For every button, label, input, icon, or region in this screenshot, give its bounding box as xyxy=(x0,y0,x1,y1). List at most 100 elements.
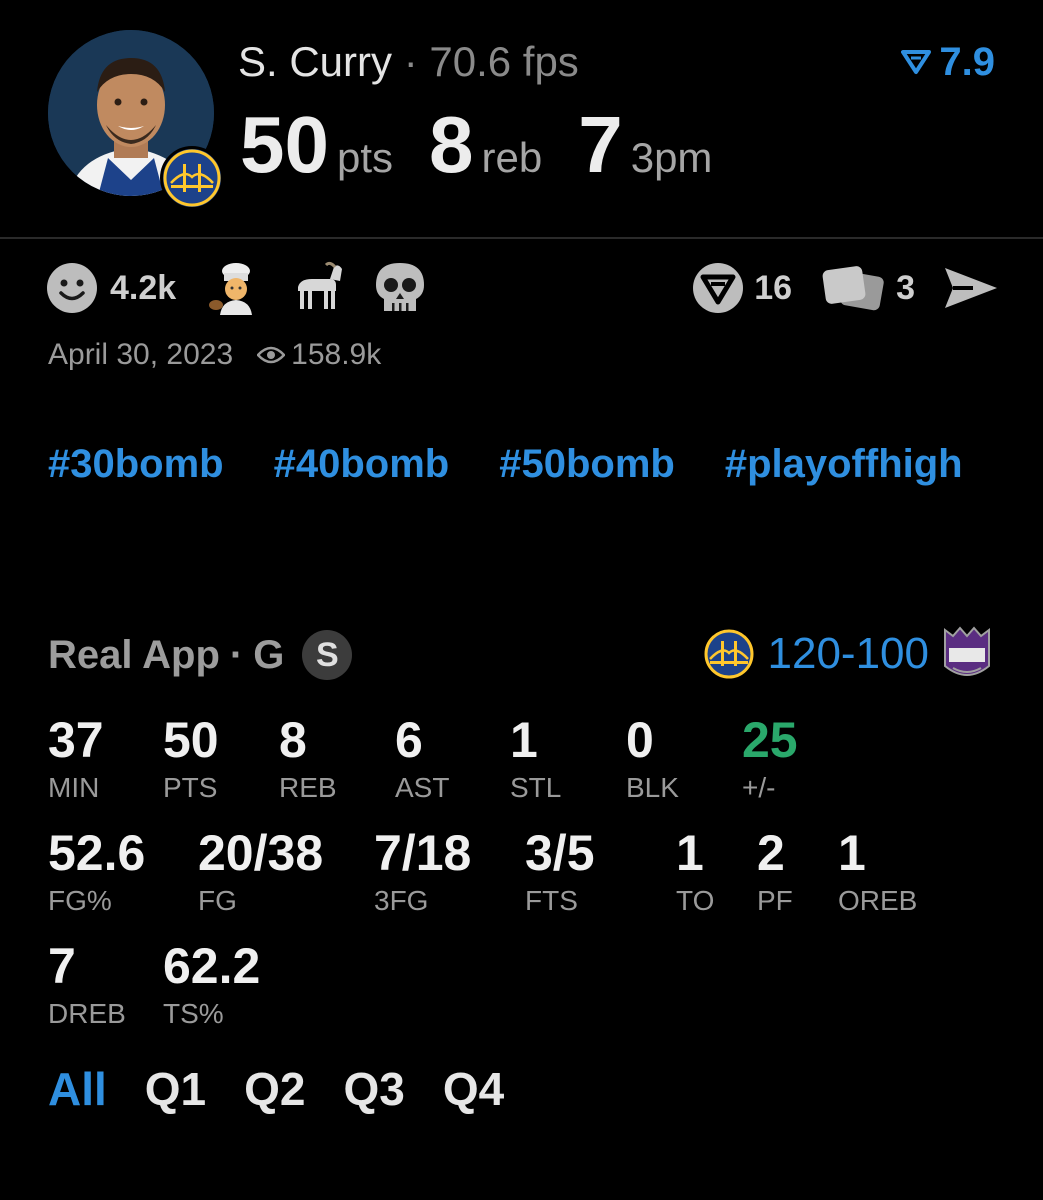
headline-reb-value: 8 xyxy=(429,100,474,189)
cards-icon xyxy=(822,266,884,311)
stat-label: FG xyxy=(198,885,237,916)
stat-pf: 2 PF xyxy=(757,825,793,917)
stat-fg: 20/38 FG xyxy=(198,825,323,917)
tab-all[interactable]: All xyxy=(48,1062,107,1116)
hashtag-link[interactable]: #playoffhigh xyxy=(725,440,963,488)
stat-value: 1 xyxy=(676,825,704,881)
stat-value: 3/5 xyxy=(525,825,595,881)
action-bar: 16 3 xyxy=(692,260,999,316)
warriors-logo-icon xyxy=(160,146,224,210)
stat-fts: 3/5 FTS xyxy=(525,825,595,917)
divider xyxy=(0,237,1043,239)
stat-ast: 6 AST xyxy=(395,712,449,804)
stat-label: PF xyxy=(757,885,793,916)
stat-label: AST xyxy=(395,772,450,803)
skull-reaction-button[interactable] xyxy=(374,261,426,315)
stat-value: 62.2 xyxy=(163,938,261,994)
stat-to: 1 TO xyxy=(676,825,714,917)
chef-reaction-button[interactable] xyxy=(206,261,260,315)
stat-label: MIN xyxy=(48,772,100,803)
reaction-bar: 4.2k xyxy=(46,260,426,316)
score-dash: - xyxy=(840,629,856,678)
share-button[interactable] xyxy=(943,266,999,310)
headline-pts-unit: pts xyxy=(336,134,394,181)
hashtag-link[interactable]: #30bomb xyxy=(48,440,224,488)
stat-label: OREB xyxy=(838,885,918,916)
stat-min: 37 MIN xyxy=(48,712,104,804)
stat-blk: 0 BLK xyxy=(626,712,679,804)
stat-value: 6 xyxy=(395,712,423,768)
stat-label: TO xyxy=(676,885,715,916)
vote-icon xyxy=(693,263,744,313)
vote-button[interactable]: 16 xyxy=(692,262,820,314)
stat-value: 50 xyxy=(163,712,219,768)
separator: · xyxy=(229,632,244,677)
headline-stats: 50 pts 8 reb 7 3pm xyxy=(240,100,748,190)
rating-badge[interactable]: 7.9 xyxy=(901,38,995,86)
game-source-row: Real App · G S xyxy=(48,630,353,680)
goat-emoji-icon xyxy=(298,261,343,309)
vote-count: 16 xyxy=(754,268,793,307)
stat-label: BLK xyxy=(626,772,679,803)
view-count: 158.9k xyxy=(257,338,381,372)
stat-label: DREB xyxy=(48,998,126,1029)
post-meta: April 30, 2023 158.9k xyxy=(48,338,381,372)
cards-button[interactable]: 3 xyxy=(820,264,943,312)
headline-3pm-value: 7 xyxy=(578,100,623,189)
stat-label: +/- xyxy=(742,772,776,803)
away-score: 100 xyxy=(855,629,929,678)
goat-reaction-button[interactable] xyxy=(290,261,346,315)
position-label: G xyxy=(253,632,285,677)
stat-label: FTS xyxy=(525,885,578,916)
rating-value: 7.9 xyxy=(939,40,995,84)
stat-label: FG% xyxy=(48,885,112,916)
stat-value: 7 xyxy=(48,938,76,994)
smile-face-icon xyxy=(47,263,97,313)
tab-q2[interactable]: Q2 xyxy=(244,1062,305,1116)
stat-stl: 1 STL xyxy=(510,712,561,804)
stat-label: REB xyxy=(279,772,337,803)
tab-q1[interactable]: Q1 xyxy=(145,1062,206,1116)
stat-ts-pct: 62.2 TS% xyxy=(163,938,260,1030)
headline-pts-value: 50 xyxy=(240,100,329,189)
stat-label: PTS xyxy=(163,772,218,803)
stat-value: 0 xyxy=(626,712,654,768)
s-badge[interactable]: S xyxy=(302,630,353,680)
stat-value: 7/18 xyxy=(374,825,472,881)
hashtag-link[interactable]: #50bomb xyxy=(499,440,675,488)
kings-logo-icon xyxy=(944,626,990,676)
fps-score: 70.6 fps xyxy=(429,38,579,85)
home-score: 120 xyxy=(767,629,841,678)
tab-q3[interactable]: Q3 xyxy=(344,1062,405,1116)
stat-value: 1 xyxy=(838,825,866,881)
stat-value: 8 xyxy=(279,712,307,768)
smile-count: 4.2k xyxy=(110,268,177,307)
period-tabs: All Q1 Q2 Q3 Q4 xyxy=(48,1062,504,1116)
stat-label: TS% xyxy=(163,998,224,1029)
smile-reaction-button[interactable]: 4.2k xyxy=(46,262,206,314)
chef-emoji-icon xyxy=(209,263,253,315)
stat-value: 1 xyxy=(510,712,538,768)
source-label: Real App xyxy=(48,632,220,677)
stat-label: STL xyxy=(510,772,562,803)
stat-value: 25 xyxy=(742,712,798,768)
stat-value: 52.6 xyxy=(48,825,146,881)
player-name[interactable]: S. Curry xyxy=(238,38,392,85)
stat-plus-minus: 25 +/- xyxy=(742,712,798,804)
stat-fg-pct: 52.6 FG% xyxy=(48,825,145,917)
warriors-logo-icon xyxy=(704,629,753,679)
stat-dreb: 7 DREB xyxy=(48,938,126,1030)
stat-reb: 8 REB xyxy=(279,712,337,804)
hashtag-link[interactable]: #40bomb xyxy=(274,440,450,488)
player-name-row: S. Curry · 70.6 fps xyxy=(238,38,579,86)
game-score[interactable]: 120-100 xyxy=(704,626,992,682)
stat-value: 37 xyxy=(48,712,104,768)
eye-icon xyxy=(257,346,286,364)
stat-3fg: 7/18 3FG xyxy=(374,825,471,917)
tab-q4[interactable]: Q4 xyxy=(443,1062,504,1116)
stat-value: 20/38 xyxy=(198,825,324,881)
headline-reb-unit: reb xyxy=(481,134,543,181)
post-date: April 30, 2023 xyxy=(48,338,234,371)
stat-value: 2 xyxy=(757,825,785,881)
skull-emoji-icon xyxy=(376,263,425,311)
